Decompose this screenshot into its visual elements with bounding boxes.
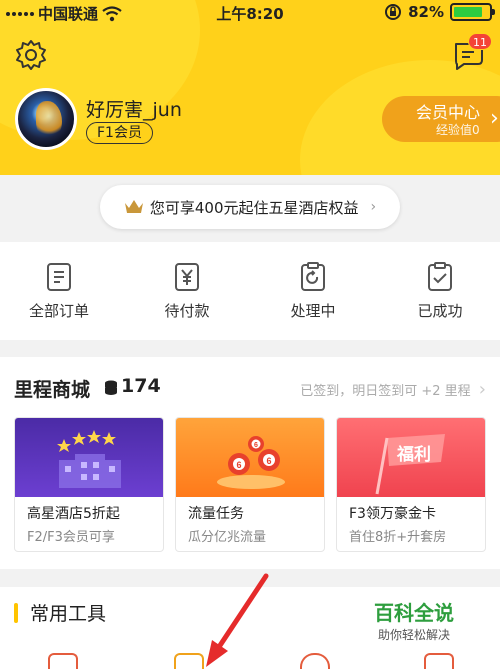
pointer-arrow-annotation — [206, 573, 269, 667]
